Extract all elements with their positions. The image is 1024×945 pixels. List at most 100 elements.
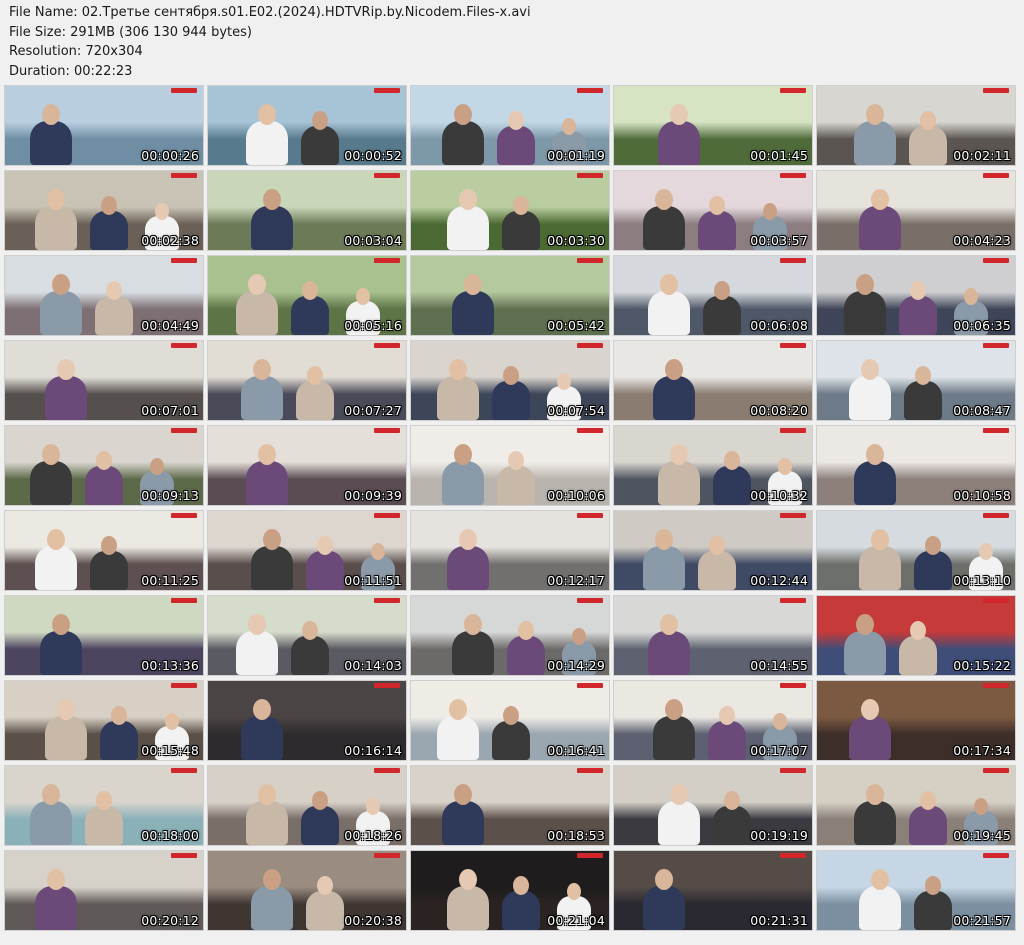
timestamp: 00:19:19	[750, 828, 808, 843]
thumbnail-train-door[interactable]: 00:14:55	[614, 596, 812, 675]
thumbnail-bride-closeup[interactable]: 00:11:25	[5, 511, 203, 590]
thumbnail-bride-back[interactable]: 00:18:00	[5, 766, 203, 845]
thumbnail-blonde-woman-park[interactable]: 00:05:16	[208, 256, 406, 335]
thumbnail-men-closeup[interactable]: 00:10:32	[614, 426, 812, 505]
thumbnail-stage-band[interactable]: 00:16:14	[208, 681, 406, 760]
thumbnail-limo-window[interactable]: 00:08:47	[817, 341, 1015, 420]
thumbnail-man-lamp[interactable]: 00:21:31	[614, 851, 812, 930]
person-figure	[713, 806, 751, 845]
channel-logo-icon	[577, 598, 603, 603]
thumbnail-courtyard-walk[interactable]: 00:09:13	[5, 426, 203, 505]
timestamp: 00:16:41	[547, 743, 605, 758]
person-figure	[90, 211, 128, 250]
thumbnail-office-men[interactable]: 00:17:07	[614, 681, 812, 760]
person-head	[866, 784, 884, 805]
person-head	[655, 869, 673, 890]
thumbnail-river-boat[interactable]: 00:00:26	[5, 86, 203, 165]
person-head	[317, 876, 333, 895]
thumbnail-banquet-hall[interactable]: 00:18:53	[411, 766, 609, 845]
thumbnail-guests-celebrate[interactable]: 00:12:17	[411, 511, 609, 590]
thumbnail-limo-champagne[interactable]: 00:08:20	[614, 341, 812, 420]
person-figure	[45, 716, 87, 760]
thumbnail-banquet-guests[interactable]: 00:17:34	[817, 681, 1015, 760]
person-figure	[251, 546, 293, 590]
person-figure	[306, 891, 344, 930]
timestamp: 00:20:38	[344, 913, 402, 928]
thumbnail-kitchen-man[interactable]: 00:19:45	[817, 766, 1015, 845]
timestamp: 00:16:14	[344, 743, 402, 758]
person-figure	[643, 546, 685, 590]
person-figure	[497, 466, 535, 505]
thumbnail-train-platform[interactable]: 00:15:22	[817, 596, 1015, 675]
person-figure	[35, 206, 77, 250]
thumbnail-hallway-fight[interactable]: 00:19:19	[614, 766, 812, 845]
thumbnail-woman-square[interactable]: 00:14:29	[411, 596, 609, 675]
thumbnail-groom-grin[interactable]: 00:07:27	[208, 341, 406, 420]
person-head	[459, 529, 477, 550]
thumbnail-truck-two-men[interactable]: 00:03:04	[208, 171, 406, 250]
person-figure	[497, 126, 535, 165]
thumbnail-beach-running[interactable]: 00:21:57	[817, 851, 1015, 930]
person-head	[454, 784, 472, 805]
timestamp: 00:03:57	[750, 233, 808, 248]
person-head	[866, 104, 884, 125]
person-head	[317, 536, 333, 555]
person-figure	[251, 206, 293, 250]
person-head	[508, 111, 524, 130]
timestamp: 00:07:54	[547, 403, 605, 418]
channel-logo-icon	[577, 683, 603, 688]
thumbnail-street-party[interactable]: 00:14:03	[208, 596, 406, 675]
timestamp: 00:12:44	[750, 573, 808, 588]
thumbnail-blonde-woman-car[interactable]: 00:05:42	[411, 256, 609, 335]
thumbnail-registrar-flags[interactable]: 00:10:58	[817, 426, 1015, 505]
person-figure	[844, 291, 886, 335]
channel-logo-icon	[374, 343, 400, 348]
thumbnail-dark-closeup[interactable]: 00:21:04	[411, 851, 609, 930]
thumbnail-car-interior-closeup[interactable]: 00:02:38	[5, 171, 203, 250]
person-head	[96, 451, 112, 470]
thumbnail-car-interior-men[interactable]: 00:02:11	[817, 86, 1015, 165]
thumbnail-office-closeup[interactable]: 00:20:12	[5, 851, 203, 930]
thumbnail-groom-crowd[interactable]: 00:12:44	[614, 511, 812, 590]
thumbnail-wedding-crowd-limo[interactable]: 00:04:49	[5, 256, 203, 335]
channel-logo-icon	[577, 853, 603, 858]
thumbnail-bubbles-couple[interactable]: 00:11:51	[208, 511, 406, 590]
person-figure	[30, 121, 72, 165]
timestamp: 00:09:13	[141, 488, 199, 503]
thumbnail-street-dance[interactable]: 00:13:10	[817, 511, 1015, 590]
timestamp: 00:07:27	[344, 403, 402, 418]
person-head	[709, 536, 725, 555]
person-head	[719, 706, 735, 725]
thumbnail-hall-men[interactable]: 00:07:54	[411, 341, 609, 420]
person-figure	[849, 716, 891, 760]
timestamp: 00:11:25	[141, 573, 199, 588]
thumbnail-limo-interior[interactable]: 00:04:23	[817, 171, 1015, 250]
thumbnail-bride-flowers[interactable]: 00:16:41	[411, 681, 609, 760]
person-head	[356, 288, 370, 305]
person-head	[106, 281, 122, 300]
person-head	[724, 451, 740, 470]
thumbnail-groom-smiling[interactable]: 00:06:35	[817, 256, 1015, 335]
thumbnail-forest-road-cyclist[interactable]: 00:01:45	[614, 86, 812, 165]
thumbnail-stairs-crowd[interactable]: 00:07:01	[5, 341, 203, 420]
person-head	[763, 203, 777, 220]
thumbnail-brass-band[interactable]: 00:13:36	[5, 596, 203, 675]
thumbnail-white-hall-wide[interactable]: 00:10:06	[411, 426, 609, 505]
thumbnail-registrar-hall[interactable]: 00:09:39	[208, 426, 406, 505]
person-head	[307, 366, 323, 385]
thumbnail-dark-office[interactable]: 00:20:38	[208, 851, 406, 930]
thumbnail-man-phone-riverbank[interactable]: 00:01:19	[411, 86, 609, 165]
person-figure	[492, 721, 530, 760]
thumbnail-groomsmen-group[interactable]: 00:06:08	[614, 256, 812, 335]
person-figure	[703, 296, 741, 335]
thumbnail-restaurant-men[interactable]: 00:15:48	[5, 681, 203, 760]
thumbnail-bride-selfie[interactable]: 00:03:57	[614, 171, 812, 250]
person-figure	[653, 716, 695, 760]
thumbnail-car-in-field[interactable]: 00:03:30	[411, 171, 609, 250]
thumbnail-blonde-flowers[interactable]: 00:18:26	[208, 766, 406, 845]
person-head	[714, 281, 730, 300]
thumbnail-river-swimmer[interactable]: 00:00:52	[208, 86, 406, 165]
timestamp: 00:13:36	[141, 658, 199, 673]
person-head	[655, 189, 673, 210]
person-head	[312, 791, 328, 810]
